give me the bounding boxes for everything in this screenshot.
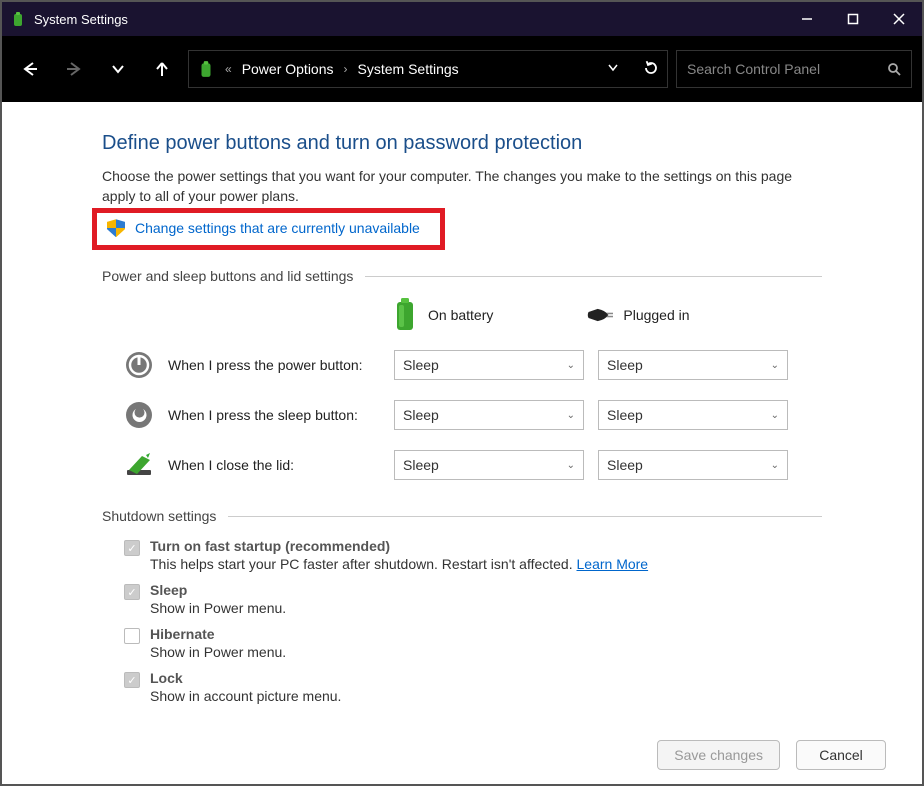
- chevron-down-icon: ⌄: [567, 360, 575, 371]
- page-title: Define power buttons and turn on passwor…: [102, 132, 822, 155]
- power-icon: [124, 350, 154, 380]
- setting-row-sleep: When I press the sleep button: Sleep⌄ Slee…: [124, 400, 822, 430]
- navbar: « Power Options › System Settings Search…: [2, 36, 922, 102]
- select-lid-plugged[interactable]: Sleep⌄: [598, 450, 788, 480]
- back-button[interactable]: [12, 51, 48, 87]
- maximize-button[interactable]: [830, 2, 876, 36]
- select-sleep-plugged[interactable]: Sleep⌄: [598, 400, 788, 430]
- plug-icon: [587, 298, 613, 332]
- setting-label: When I press the sleep button:: [168, 407, 380, 423]
- page-description: Choose the power settings that you want …: [102, 167, 822, 206]
- titlebar: System Settings: [2, 2, 922, 36]
- plugged-in-header: Plugged in: [587, 298, 689, 332]
- learn-more-link[interactable]: Learn More: [577, 556, 649, 572]
- chevron-down-icon: ⌄: [771, 410, 779, 421]
- minimize-button[interactable]: [784, 2, 830, 36]
- battery-icon: [197, 60, 215, 78]
- shutdown-item-desc: Show in account picture menu.: [150, 688, 341, 704]
- shutdown-item-title: Hibernate: [150, 626, 286, 642]
- uac-shield-icon: [107, 219, 125, 237]
- highlighted-annotation: Change settings that are currently unava…: [92, 208, 445, 250]
- battery-big-icon: [392, 298, 418, 332]
- sleep-icon: [124, 400, 154, 430]
- checkbox[interactable]: ✓: [124, 540, 140, 556]
- checkbox[interactable]: ✓: [124, 672, 140, 688]
- section-heading-text: Power and sleep buttons and lid settings: [102, 268, 353, 284]
- shutdown-item: ✓ Turn on fast startup (recommended) This …: [124, 538, 822, 572]
- recent-dropdown[interactable]: [100, 51, 136, 87]
- checkbox[interactable]: ✓: [124, 584, 140, 600]
- setting-row-power: When I press the power button: Sleep⌄ Slee…: [124, 350, 822, 380]
- chevron-down-icon: ⌄: [567, 460, 575, 471]
- column-headers: On battery Plugged in: [102, 298, 822, 332]
- chevron-right-icon: ›: [344, 62, 348, 76]
- on-battery-header: On battery: [392, 298, 493, 332]
- save-changes-button[interactable]: Save changes: [657, 740, 780, 770]
- window-title: System Settings: [34, 12, 128, 27]
- select-power-battery[interactable]: Sleep⌄: [394, 350, 584, 380]
- search-input[interactable]: Search Control Panel: [676, 50, 912, 88]
- setting-label: When I close the lid:: [168, 457, 380, 473]
- up-button[interactable]: [144, 51, 180, 87]
- shutdown-item: Hibernate Show in Power menu.: [124, 626, 822, 660]
- section-heading-shutdown: Shutdown settings: [102, 508, 822, 524]
- chevron-down-icon: ⌄: [567, 410, 575, 421]
- select-power-plugged[interactable]: Sleep⌄: [598, 350, 788, 380]
- shutdown-item: ✓ Sleep Show in Power menu.: [124, 582, 822, 616]
- shutdown-item-desc: Show in Power menu.: [150, 644, 286, 660]
- shutdown-item-desc: This helps start your PC faster after sh…: [150, 556, 648, 572]
- on-battery-label: On battery: [428, 307, 493, 323]
- cancel-button[interactable]: Cancel: [796, 740, 886, 770]
- select-lid-battery[interactable]: Sleep⌄: [394, 450, 584, 480]
- shutdown-item-title: Turn on fast startup (recommended): [150, 538, 648, 554]
- chevron-down-icon: ⌄: [771, 360, 779, 371]
- breadcrumb-root-icon: «: [225, 62, 232, 76]
- address-bar[interactable]: « Power Options › System Settings: [188, 50, 668, 88]
- setting-label: When I press the power button:: [168, 357, 380, 373]
- setting-row-lid: When I close the lid: Sleep⌄ Sleep⌄: [124, 450, 822, 480]
- forward-button[interactable]: [56, 51, 92, 87]
- select-sleep-battery[interactable]: Sleep⌄: [394, 400, 584, 430]
- settings-grid: When I press the power button: Sleep⌄ Slee…: [124, 350, 822, 480]
- breadcrumb-item[interactable]: Power Options: [242, 61, 334, 77]
- search-icon: [887, 62, 901, 76]
- chevron-down-icon: ⌄: [771, 460, 779, 471]
- shutdown-item-desc: Show in Power menu.: [150, 600, 286, 616]
- shutdown-item-title: Lock: [150, 670, 341, 686]
- checkbox[interactable]: [124, 628, 140, 644]
- address-dropdown-icon[interactable]: [607, 61, 619, 77]
- battery-icon: [10, 11, 26, 27]
- shutdown-item: ✓ Lock Show in account picture menu.: [124, 670, 822, 704]
- footer: Save changes Cancel: [2, 726, 922, 784]
- plugged-in-label: Plugged in: [623, 307, 689, 323]
- section-heading-power: Power and sleep buttons and lid settings: [102, 268, 822, 284]
- search-placeholder: Search Control Panel: [687, 61, 820, 77]
- change-settings-link[interactable]: Change settings that are currently unava…: [135, 220, 420, 236]
- section-heading-text: Shutdown settings: [102, 508, 216, 524]
- shutdown-item-title: Sleep: [150, 582, 286, 598]
- breadcrumb-item[interactable]: System Settings: [358, 61, 459, 77]
- refresh-button[interactable]: [643, 60, 659, 79]
- lid-icon: [124, 450, 154, 480]
- shutdown-settings-list: ✓ Turn on fast startup (recommended) This …: [124, 538, 822, 704]
- content-area: Define power buttons and turn on passwor…: [2, 102, 922, 726]
- close-button[interactable]: [876, 2, 922, 36]
